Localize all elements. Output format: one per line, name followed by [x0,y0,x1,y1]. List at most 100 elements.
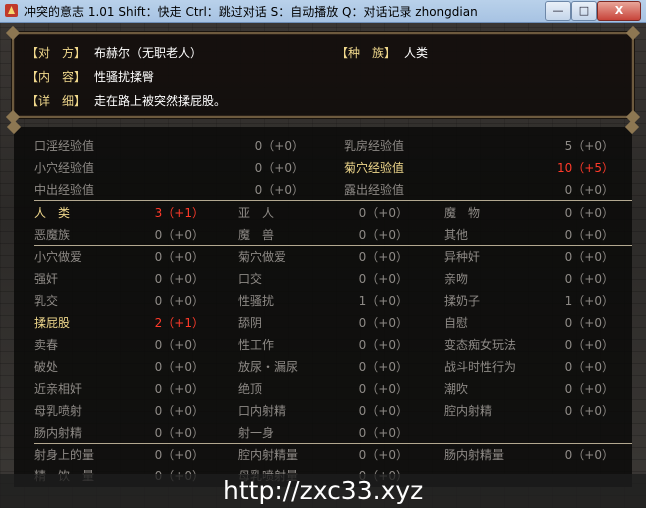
divider [34,443,632,444]
act-label: 变态痴女玩法 [444,338,517,352]
exp-value-highlighted: 10（+5） [557,161,614,175]
act-label: 异种奸 [444,250,481,264]
act-value: 0（+0） [358,426,408,440]
close-button[interactable]: X [597,1,641,21]
maximize-button[interactable]: □ [571,1,597,21]
act-value: 0（+0） [154,360,204,374]
act-value: 0（+0） [564,338,614,352]
volume-label: 肠内射精量 [444,448,505,462]
window-title: 冲突的意志 1.01 Shift：快走 Ctrl：跳过对话 S：自动播放 Q：对… [24,5,478,19]
detail-value: 走在路上被突然揉屁股。 [94,94,227,108]
exp-label: 口淫经验值 [34,139,95,153]
act-label: 小穴做爱 [34,250,83,264]
stats-panel: 口淫经验值 0（+0） 乳房经验值 5（+0） 小穴经验值 0（+0） 菊穴经验… [6,119,640,487]
act-label: 菊穴做爱 [238,250,287,264]
exp-label: 乳房经验值 [344,139,405,153]
act-label: 舔阴 [238,316,263,330]
act-value: 0（+0） [564,382,614,396]
volume-value: 0（+0） [154,448,204,462]
act-value: 0（+0） [358,316,408,330]
divider [34,245,632,246]
race-count-label: 魔 物 [444,206,481,220]
act-label: 战斗时性行为 [444,360,517,374]
opponent-value: 布赫尔（无职老人） [94,46,203,60]
act-value: 0（+0） [358,338,408,352]
race-value: 人类 [404,46,429,60]
act-label: 亲吻 [444,272,469,286]
race-count-label-highlighted: 人 类 [34,206,71,220]
act-value: 0（+0） [358,250,408,264]
race-count-label: 魔 兽 [238,228,275,242]
act-value: 0（+0） [564,404,614,418]
act-label: 绝顶 [238,382,263,396]
act-value: 0（+0） [154,294,204,308]
minimize-button[interactable]: — [545,1,571,21]
info-panel: 【对 方】 布赫尔（无职老人） 【种 族】 人类 【内 容】 性骚扰揉臀 【详 … [5,25,641,125]
exp-value: 5（+0） [564,139,614,153]
detail-label: 【详 细】 [26,94,87,108]
act-label: 性骚扰 [238,294,275,308]
act-value: 1（+0） [564,294,614,308]
act-value: 0（+0） [154,338,204,352]
act-value: 0（+0） [564,250,614,264]
volume-value: 0（+0） [358,448,408,462]
act-value: 0（+0） [154,404,204,418]
act-label: 母乳喷射 [34,404,83,418]
exp-label: 露出经验值 [344,183,405,197]
opponent-label: 【对 方】 [26,46,87,60]
act-label: 乳交 [34,294,59,308]
window-titlebar[interactable]: 冲突的意志 1.01 Shift：快走 Ctrl：跳过对话 S：自动播放 Q：对… [0,0,646,23]
race-count-value: 0（+0） [154,228,204,242]
volume-label: 腔内射精量 [238,448,299,462]
act-label: 破处 [34,360,59,374]
watermark-text: http://zxc33.xyz [223,476,424,505]
act-label: 放尿・漏尿 [238,360,299,374]
act-value: 1（+0） [358,294,408,308]
race-count-label: 恶魔族 [34,228,71,242]
race-count-value: 0（+0） [358,228,408,242]
act-label: 性工作 [238,338,275,352]
volume-label: 射身上的量 [34,448,95,462]
race-count-value-highlighted: 3（+1） [154,206,204,220]
app-icon [5,4,18,17]
race-count-value: 0（+0） [564,228,614,242]
act-value: 0（+0） [564,360,614,374]
act-value: 0（+0） [358,360,408,374]
act-value: 0（+0） [358,404,408,418]
act-label: 卖春 [34,338,59,352]
act-label: 口交 [238,272,263,286]
exp-label: 中出经验值 [34,183,95,197]
content-value: 性骚扰揉臀 [94,70,155,84]
act-value: 0（+0） [154,272,204,286]
act-value: 0（+0） [154,382,204,396]
act-value: 0（+0） [564,272,614,286]
exp-label: 小穴经验值 [34,161,95,175]
act-label: 近亲相奸 [34,382,83,396]
exp-label-highlighted: 菊穴经验值 [344,161,405,175]
content-label: 【内 容】 [26,70,87,84]
act-label-highlighted: 揉屁股 [34,316,71,330]
exp-value: 0（+0） [254,139,304,153]
exp-value: 0（+0） [254,183,304,197]
act-label: 潮吹 [444,382,469,396]
act-label: 口内射精 [238,404,287,418]
act-label: 自慰 [444,316,469,330]
act-label: 腔内射精 [444,404,493,418]
exp-value: 0（+0） [564,183,614,197]
act-value: 0（+0） [564,316,614,330]
act-value-highlighted: 2（+1） [154,316,204,330]
race-count-label: 其他 [444,228,469,242]
act-value: 0（+0） [358,272,408,286]
race-count-label: 亚 人 [238,206,275,220]
act-label: 强奸 [34,272,59,286]
act-label: 肠内射精 [34,426,83,440]
race-count-value: 0（+0） [564,206,614,220]
act-value: 0（+0） [154,426,204,440]
act-label: 揉奶子 [444,294,481,308]
race-label: 【种 族】 [336,46,397,60]
race-count-value: 0（+0） [358,206,408,220]
exp-value: 0（+0） [254,161,304,175]
act-value: 0（+0） [154,250,204,264]
act-value: 0（+0） [358,382,408,396]
divider [34,200,632,201]
